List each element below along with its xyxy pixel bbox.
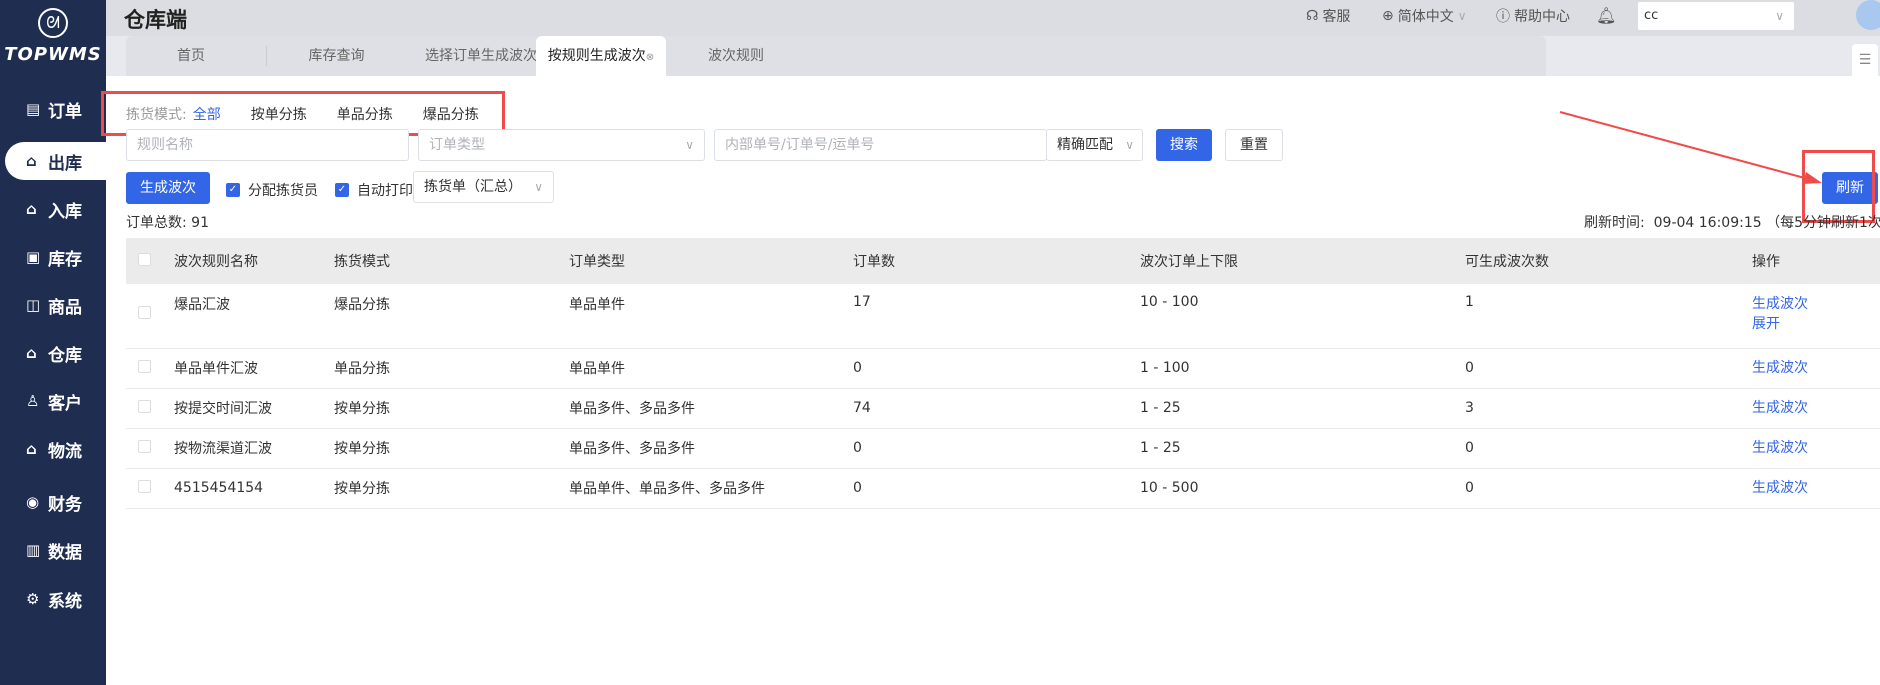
expand-link[interactable]: 展开 (1752, 314, 1880, 334)
row-checkbox[interactable] (138, 399, 151, 413)
cell-actions: 生成波次 (1752, 428, 1880, 469)
arrow-line (1559, 111, 1813, 181)
value: 09-04 16:09:15 (1653, 215, 1762, 231)
note: （每5分钟刷新1次） (1766, 215, 1880, 231)
label: 订单总数: (126, 215, 187, 231)
cell-mode: 按单分拣 (334, 428, 569, 469)
generate-wave-link[interactable]: 生成波次 (1752, 398, 1880, 418)
cell-type: 单品单件 (569, 284, 853, 349)
row-checkbox[interactable] (138, 359, 151, 373)
order-total: 订单总数: 91 (126, 212, 209, 232)
cell-possible: 3 (1465, 388, 1752, 429)
col-count: 订单数 (853, 238, 1140, 284)
table-row: 单品单件汇波 单品分拣 单品单件 0 1 - 100 0 生成波次 (126, 348, 1880, 389)
table-row: 爆品汇波 爆品分拣 单品单件 17 10 - 100 1 生成波次 展开 (126, 284, 1880, 349)
label: 刷新时间: (1584, 215, 1645, 231)
wave-rules-table: 波次规则名称 拣货模式 订单类型 订单数 波次订单上下限 可生成波次数 操作 爆… (126, 238, 1880, 509)
cell-count: 0 (853, 348, 1140, 389)
arrow-head (1803, 172, 1822, 184)
select-all-checkbox[interactable] (138, 252, 151, 266)
cell-actions: 生成波次 (1752, 468, 1880, 509)
col-range: 波次订单上下限 (1140, 238, 1465, 284)
cell-name: 爆品汇波 (174, 284, 334, 349)
cell-name: 单品单件汇波 (174, 348, 334, 389)
cell-name: 4515454154 (174, 468, 334, 509)
value: 91 (191, 215, 209, 231)
cell-range: 1 - 25 (1140, 388, 1465, 429)
cell-name: 按提交时间汇波 (174, 388, 334, 429)
generate-wave-link[interactable]: 生成波次 (1752, 294, 1880, 314)
col-possible: 可生成波次数 (1465, 238, 1752, 284)
cell-possible: 1 (1465, 284, 1752, 349)
cell-possible: 0 (1465, 468, 1752, 509)
cell-mode: 爆品分拣 (334, 284, 569, 349)
generate-wave-link[interactable]: 生成波次 (1752, 438, 1880, 458)
table-row: 4515454154 按单分拣 单品单件、单品多件、多品多件 0 10 - 500 0 生成… (126, 468, 1880, 509)
cell-mode: 按单分拣 (334, 468, 569, 509)
cell-actions: 生成波次 (1752, 348, 1880, 389)
cell-possible: 0 (1465, 348, 1752, 389)
cell-actions: 生成波次 展开 (1752, 284, 1880, 349)
generate-wave-link[interactable]: 生成波次 (1752, 358, 1880, 378)
col-mode: 拣货模式 (334, 238, 569, 284)
cell-count: 0 (853, 468, 1140, 509)
row-checkbox[interactable] (138, 479, 151, 493)
cell-range: 1 - 25 (1140, 428, 1465, 469)
cell-type: 单品单件 (569, 348, 853, 389)
row-checkbox[interactable] (138, 439, 151, 453)
table-header: 波次规则名称 拣货模式 订单类型 订单数 波次订单上下限 可生成波次数 操作 (126, 238, 1880, 284)
col-type: 订单类型 (569, 238, 853, 284)
table-row: 按提交时间汇波 按单分拣 单品多件、多品多件 74 1 - 25 3 生成波次 (126, 388, 1880, 429)
generate-wave-link[interactable]: 生成波次 (1752, 478, 1880, 498)
cell-mode: 按单分拣 (334, 388, 569, 429)
cell-type: 单品单件、单品多件、多品多件 (569, 468, 853, 509)
col-actions: 操作 (1752, 238, 1880, 284)
cell-range: 10 - 500 (1140, 468, 1465, 509)
row-checkbox[interactable] (138, 306, 151, 319)
table-row: 按物流渠道汇波 按单分拣 单品多件、多品多件 0 1 - 25 0 生成波次 (126, 428, 1880, 469)
cell-type: 单品多件、多品多件 (569, 428, 853, 469)
refresh-time: 刷新时间: 09-04 16:09:15 （每5分钟刷新1次） (1584, 212, 1880, 232)
cell-range: 1 - 100 (1140, 348, 1465, 389)
cell-possible: 0 (1465, 428, 1752, 469)
cell-range: 10 - 100 (1140, 284, 1465, 349)
col-name: 波次规则名称 (174, 238, 334, 284)
cell-mode: 单品分拣 (334, 348, 569, 389)
cell-name: 按物流渠道汇波 (174, 428, 334, 469)
cell-type: 单品多件、多品多件 (569, 388, 853, 429)
cell-count: 0 (853, 428, 1140, 469)
cell-count: 74 (853, 388, 1140, 429)
cell-count: 17 (853, 284, 1140, 349)
cell-actions: 生成波次 (1752, 388, 1880, 429)
